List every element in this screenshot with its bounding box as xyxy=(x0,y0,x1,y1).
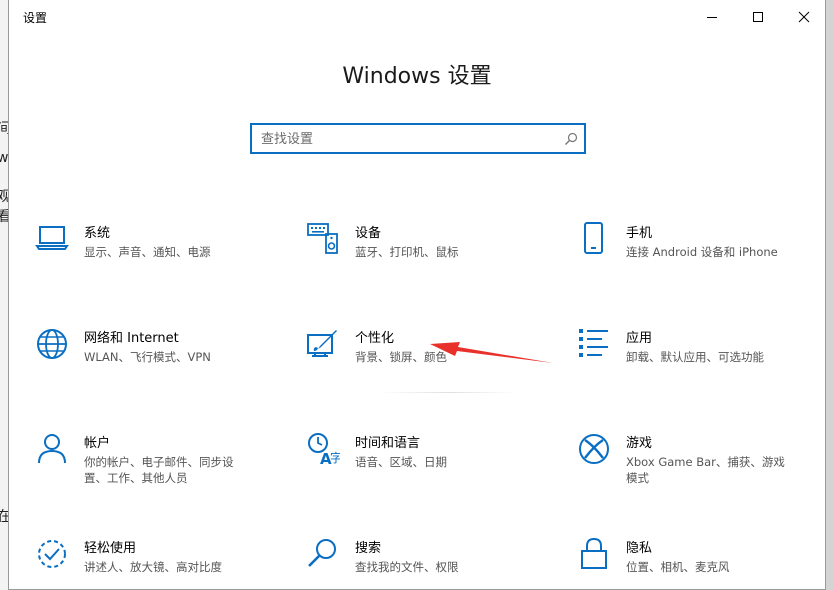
tile-search[interactable]: 搜索 查找我的文件、权限 xyxy=(306,537,556,590)
tile-title: 应用 xyxy=(626,331,653,346)
minimize-icon xyxy=(707,16,717,18)
tile-system[interactable]: 系统 显示、声音、通知、电源 xyxy=(35,222,285,292)
maximize-button[interactable] xyxy=(735,0,781,33)
tile-title: 帐户 xyxy=(84,436,111,451)
svg-text:字: 字 xyxy=(330,450,340,465)
time-language-icon: A字 xyxy=(306,432,340,466)
tile-gaming[interactable]: 游戏 Xbox Game Bar、捕获、游戏模式 xyxy=(577,432,827,502)
page-title: Windows 设置 xyxy=(342,64,492,89)
tile-accounts[interactable]: 帐户 你的帐户、电子邮件、同步设置、工作、其他人员 xyxy=(35,432,285,502)
tile-phone[interactable]: 手机 连接 Android 设备和 iPhone xyxy=(577,222,827,292)
divider xyxy=(379,392,519,393)
tile-description: 你的帐户、电子邮件、同步设置、工作、其他人员 xyxy=(84,455,234,485)
tile-apps[interactable]: 应用 卸载、默认应用、可选功能 xyxy=(577,327,827,397)
tile-title: 设备 xyxy=(355,226,382,241)
close-button[interactable] xyxy=(781,0,827,33)
tile-devices[interactable]: 设备 蓝牙、打印机、鼠标 xyxy=(306,222,556,292)
tile-network-internet[interactable]: 网络和 Internet WLAN、飞行模式、VPN xyxy=(35,327,285,397)
maximize-icon xyxy=(753,11,763,22)
tile-personalization[interactable]: 个性化 背景、锁屏、颜色 xyxy=(306,327,556,397)
tile-description: 语音、区域、日期 xyxy=(355,455,447,469)
lock-icon xyxy=(577,537,611,571)
tile-description: 显示、声音、通知、电源 xyxy=(84,245,211,259)
title-bar[interactable]: 设置 xyxy=(9,0,825,33)
search-icon xyxy=(306,537,340,571)
tile-title: 游戏 xyxy=(626,436,653,451)
tile-description: WLAN、飞行模式、VPN xyxy=(84,350,211,364)
tile-description: 位置、相机、麦克风 xyxy=(626,560,730,574)
search-icon[interactable] xyxy=(564,131,578,150)
tile-title: 网络和 Internet xyxy=(84,331,179,346)
tile-title: 隐私 xyxy=(626,541,653,556)
tile-title: 系统 xyxy=(84,226,111,241)
tile-description: 查找我的文件、权限 xyxy=(355,560,459,574)
tile-description: 背景、锁屏、颜色 xyxy=(355,350,447,364)
search-input[interactable] xyxy=(261,129,551,149)
minimize-button[interactable] xyxy=(689,0,735,33)
tile-description: 卸载、默认应用、可选功能 xyxy=(626,350,764,364)
tile-title: 搜索 xyxy=(355,541,382,556)
search-box[interactable] xyxy=(250,123,586,154)
xbox-icon xyxy=(577,432,611,466)
tile-privacy[interactable]: 隐私 位置、相机、麦克风 xyxy=(577,537,827,590)
tile-description: 讲述人、放大镜、高对比度 xyxy=(84,560,222,574)
window-title: 设置 xyxy=(23,11,48,25)
phone-icon xyxy=(577,222,611,256)
settings-window: 设置 Windows 设置 系统 显示、声音、通知、电源 设备 蓝牙、打印机、鼠… xyxy=(8,0,826,590)
tile-title: 个性化 xyxy=(355,331,395,346)
tile-title: 轻松使用 xyxy=(84,541,137,556)
tile-description: 连接 Android 设备和 iPhone xyxy=(626,245,778,259)
tile-ease-of-access[interactable]: 轻松使用 讲述人、放大镜、高对比度 xyxy=(35,537,285,590)
tile-description: Xbox Game Bar、捕获、游戏模式 xyxy=(626,455,785,485)
tile-title: 手机 xyxy=(626,226,653,241)
close-icon xyxy=(798,11,810,22)
laptop-icon xyxy=(35,222,69,256)
tile-description: 蓝牙、打印机、鼠标 xyxy=(355,245,459,259)
personalization-icon xyxy=(306,327,340,361)
tile-time-language[interactable]: A字 时间和语言 语音、区域、日期 xyxy=(306,432,556,502)
ease-of-access-icon xyxy=(35,537,69,571)
tile-title: 时间和语言 xyxy=(355,436,421,451)
apps-list-icon xyxy=(577,327,611,361)
devices-icon xyxy=(306,222,340,256)
person-icon xyxy=(35,432,69,466)
globe-icon xyxy=(35,327,69,361)
